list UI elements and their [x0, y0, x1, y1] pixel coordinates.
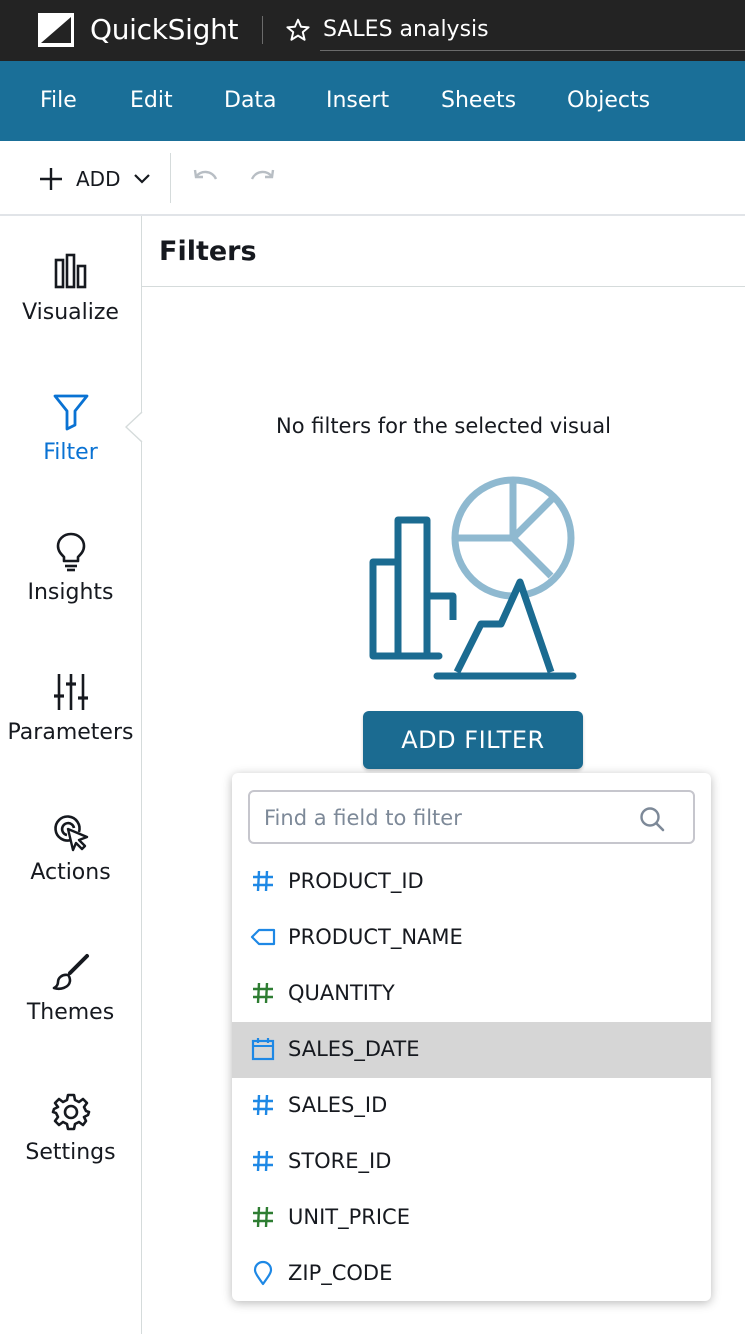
analysis-title[interactable]: SALES analysis — [323, 15, 489, 45]
star-icon[interactable] — [285, 17, 311, 43]
nav-item-filter[interactable]: Filter — [0, 390, 141, 500]
hash-icon — [253, 1206, 273, 1228]
field-picker-dropdown: PRODUCT_ID PRODUCT_NAME QUANTITY SALES_D… — [232, 773, 711, 1301]
lightbulb-icon — [56, 532, 85, 572]
field-label: STORE_ID — [288, 1149, 392, 1173]
hash-icon — [253, 1094, 273, 1116]
field-item-store-id[interactable]: STORE_ID — [232, 1134, 711, 1190]
nav-item-themes[interactable]: Themes — [0, 950, 141, 1060]
toolbar-divider — [170, 153, 171, 203]
panel-title: Filters — [159, 236, 257, 267]
menu-sheets[interactable]: Sheets — [441, 86, 516, 116]
field-label: UNIT_PRICE — [288, 1205, 410, 1229]
field-search-input[interactable] — [264, 802, 624, 834]
title-underline — [320, 50, 745, 51]
empty-filters-message: No filters for the selected visual — [276, 414, 611, 438]
paintbrush-icon — [52, 954, 89, 991]
menu-data[interactable]: Data — [224, 86, 277, 116]
charts-illustration-icon — [369, 476, 577, 680]
field-label: SALES_ID — [288, 1093, 388, 1117]
add-filter-button[interactable]: ADD FILTER — [363, 711, 583, 769]
menu-bar: File Edit Data Insert Sheets Objects — [0, 61, 745, 141]
search-icon[interactable] — [638, 805, 666, 833]
field-item-product-name[interactable]: PRODUCT_NAME — [232, 910, 711, 966]
pointer-click-icon — [53, 815, 88, 852]
field-label: PRODUCT_ID — [288, 869, 424, 893]
field-item-product-id[interactable]: PRODUCT_ID — [232, 854, 711, 910]
side-nav: Visualize Filter Insights Parameters Act… — [0, 216, 142, 1334]
field-label: SALES_DATE — [288, 1037, 420, 1061]
nav-label-actions: Actions — [30, 860, 111, 885]
field-label: ZIP_CODE — [288, 1261, 393, 1285]
quicksight-logo-icon[interactable] — [37, 12, 75, 48]
hash-icon — [253, 1150, 273, 1172]
field-label: PRODUCT_NAME — [288, 925, 463, 949]
nav-item-visualize[interactable]: Visualize — [0, 250, 141, 360]
panel-divider — [142, 286, 745, 287]
field-item-sales-date[interactable]: SALES_DATE — [232, 1022, 711, 1078]
nav-item-actions[interactable]: Actions — [0, 810, 141, 920]
redo-icon[interactable] — [246, 165, 278, 193]
nav-item-parameters[interactable]: Parameters — [0, 670, 141, 780]
menu-objects[interactable]: Objects — [567, 86, 650, 116]
top-bar: QuickSight SALES analysis — [0, 0, 745, 61]
field-item-zip-code[interactable]: ZIP_CODE — [232, 1246, 711, 1302]
menu-edit[interactable]: Edit — [130, 86, 173, 116]
toolbar: ADD — [0, 141, 745, 216]
nav-label-settings: Settings — [25, 1140, 116, 1165]
field-label: QUANTITY — [288, 981, 395, 1005]
nav-item-settings[interactable]: Settings — [0, 1090, 141, 1200]
chevron-down-icon[interactable] — [132, 168, 152, 188]
tag-icon — [250, 928, 276, 946]
field-item-sales-id[interactable]: SALES_ID — [232, 1078, 711, 1134]
menu-file[interactable]: File — [40, 86, 77, 116]
brand-name[interactable]: QuickSight — [90, 12, 239, 48]
search-box — [248, 790, 695, 844]
nav-label-visualize: Visualize — [22, 300, 119, 325]
active-nav-pointer — [125, 412, 143, 442]
gear-icon — [51, 1093, 90, 1131]
hash-icon — [253, 982, 273, 1004]
nav-label-filter: Filter — [43, 440, 98, 465]
funnel-icon — [53, 394, 88, 431]
add-button[interactable]: ADD — [76, 165, 120, 193]
map-pin-icon — [253, 1260, 273, 1286]
nav-item-insights[interactable]: Insights — [0, 530, 141, 640]
plus-icon[interactable] — [38, 166, 64, 192]
field-item-quantity[interactable]: QUANTITY — [232, 966, 711, 1022]
undo-icon[interactable] — [190, 165, 222, 193]
calendar-icon — [251, 1038, 275, 1061]
nav-label-themes: Themes — [26, 1000, 115, 1025]
sliders-icon — [53, 674, 88, 710]
hash-icon — [253, 870, 273, 892]
menu-insert[interactable]: Insert — [326, 86, 389, 116]
bar-chart-icon — [54, 253, 86, 289]
nav-label-insights: Insights — [27, 580, 114, 605]
field-item-unit-price[interactable]: UNIT_PRICE — [232, 1190, 711, 1246]
nav-label-parameters: Parameters — [7, 720, 134, 745]
brand-divider — [262, 16, 263, 44]
